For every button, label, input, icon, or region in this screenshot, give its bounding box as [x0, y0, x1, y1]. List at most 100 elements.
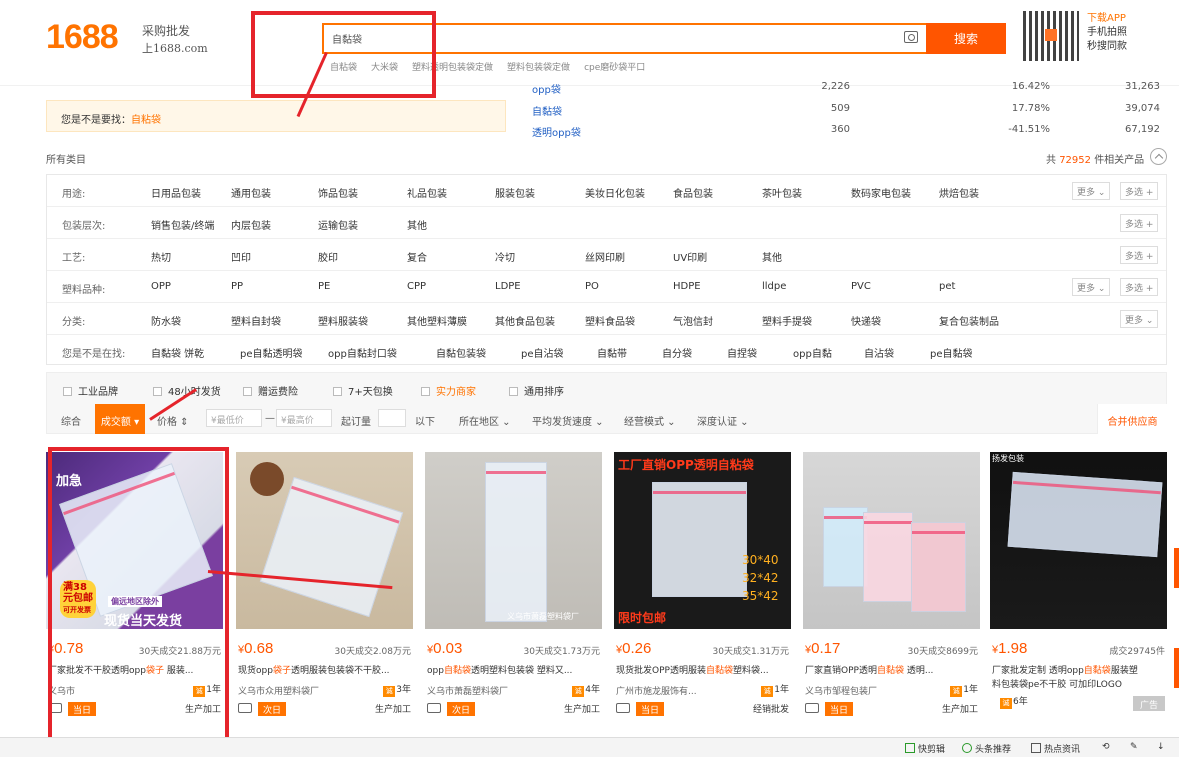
filter-option[interactable]: 自黏袋 饼乾 — [151, 345, 204, 360]
multi-select-button[interactable]: 多选 + — [1120, 278, 1159, 296]
product-image[interactable]: 义乌市萧磊塑料袋厂 — [425, 452, 602, 629]
product-title-line2[interactable]: 料包装袋pe不干胶 可加印LOGO — [992, 677, 1167, 690]
sort-comprehensive[interactable]: 综合 — [61, 413, 81, 428]
product-image[interactable] — [803, 452, 980, 629]
suggest-keyword[interactable]: 自黏袋 — [532, 103, 562, 118]
product-title[interactable]: 现货批发OPP透明服装自黏袋塑料袋... — [616, 663, 791, 676]
filter-option[interactable]: 其他塑料薄膜 — [407, 313, 467, 328]
filter-option[interactable]: 气泡信封 — [673, 313, 713, 328]
filter-checkbox[interactable]: 赠运费险 — [243, 383, 298, 398]
seller-name[interactable]: 义乌市萧磊塑料袋厂 — [427, 684, 508, 697]
app-download[interactable]: 下载APP 手机拍照 秒搜同款 — [1087, 12, 1127, 54]
filter-option[interactable]: 复合包装制品 — [939, 313, 999, 328]
status-item[interactable]: 快剪辑 — [905, 742, 945, 755]
max-price-input[interactable]: ¥最高价 — [276, 409, 332, 427]
filter-option[interactable]: 美妆日化包装 — [585, 185, 645, 200]
product-card[interactable]: 加急 满38 元包邮 可开发票 偏远地区除外 现货当天发货 ¥0.78 30天成交2… — [46, 452, 223, 752]
filter-option[interactable]: pe自沾袋 — [521, 345, 564, 360]
filter-option[interactable]: 数码家电包装 — [851, 185, 911, 200]
merge-suppliers-button[interactable]: 合并供应商 — [1097, 404, 1167, 434]
filter-option[interactable]: CPP — [407, 281, 426, 292]
filter-checkbox[interactable]: 工业品牌 — [63, 383, 118, 398]
filter-option[interactable]: pet — [939, 281, 955, 292]
search-button[interactable]: 搜索 — [926, 23, 1006, 54]
product-image[interactable]: 扬发包装 — [990, 452, 1167, 629]
sort-price[interactable]: 价格 ⇕ — [157, 413, 189, 428]
pin-icon[interactable]: ✎ — [1130, 742, 1138, 752]
filter-option[interactable]: opp自黏封口袋 — [328, 345, 397, 360]
filter-option[interactable]: 自黏包装袋 — [436, 345, 486, 360]
filter-option[interactable]: PP — [231, 281, 243, 292]
filter-option[interactable]: 防水袋 — [151, 313, 181, 328]
suggest-keyword[interactable]: 透明opp袋 — [532, 124, 581, 139]
filter-option[interactable]: 凹印 — [231, 249, 251, 264]
product-title[interactable]: 厂家批发定制 透明opp自黏袋服装塑 — [992, 663, 1167, 676]
filter-option[interactable]: 茶叶包装 — [762, 185, 802, 200]
filter-option[interactable]: 运输包装 — [318, 217, 358, 232]
product-card[interactable]: ¥0.17 30天成交8699元 厂家直销OPP透明自黏袋 透明... 义乌市邹… — [803, 452, 980, 752]
filter-option[interactable]: pe自黏袋 — [930, 345, 973, 360]
logo[interactable]: 1688 — [46, 18, 119, 57]
more-button[interactable]: 更多 ⌄ — [1072, 278, 1111, 296]
seller-name[interactable]: 义乌市众用塑料袋厂 — [238, 684, 319, 697]
filter-option[interactable]: 食品包装 — [673, 185, 713, 200]
product-title[interactable]: opp自黏袋透明塑料包装袋 塑料又... — [427, 663, 602, 676]
product-card[interactable]: 扬发包装 ¥1.98 成交29745件 厂家批发定制 透明opp自黏袋服装塑 料… — [990, 452, 1167, 752]
seller-name[interactable]: 义乌市邹程包装厂 — [805, 684, 877, 697]
filter-option[interactable]: 销售包装/终端 — [151, 217, 214, 232]
product-card[interactable]: 义乌市萧磊塑料袋厂 ¥0.03 30天成交1.73万元 opp自黏袋透明塑料包装… — [425, 452, 602, 752]
product-card[interactable]: 工厂直销OPP透明自粘袋 30*40 32*42 35*42 限时包邮 ¥0.2… — [614, 452, 791, 752]
seller-name[interactable]: 广州市施龙服饰有... — [616, 684, 697, 697]
checkbox[interactable] — [63, 387, 72, 396]
status-item[interactable]: 热点资讯 — [1031, 742, 1080, 755]
filter-option[interactable]: opp自黏 — [793, 345, 832, 360]
filter-option[interactable]: 复合 — [407, 249, 427, 264]
more-button[interactable]: 更多 ⌄ — [1120, 310, 1159, 328]
filter-option[interactable]: 塑料手提袋 — [762, 313, 812, 328]
filter-option[interactable]: lldpe — [762, 281, 786, 292]
hot-word[interactable]: 塑料透明包装袋定做 — [412, 60, 493, 73]
product-title[interactable]: 现货opp袋子透明服装包装袋不干胶... — [238, 663, 413, 676]
product-title[interactable]: 厂家批发不干胶透明opp袋子 服装... — [48, 663, 223, 676]
multi-select-button[interactable]: 多选 + — [1120, 246, 1159, 264]
filter-option[interactable]: 饰品包装 — [318, 185, 358, 200]
filter-option[interactable]: 其他 — [407, 217, 427, 232]
hot-word[interactable]: 塑料包装袋定做 — [507, 60, 570, 73]
min-price-input[interactable]: ¥最低价 — [206, 409, 262, 427]
app-line[interactable]: 下载APP — [1087, 12, 1127, 26]
filter-option[interactable]: pe自黏透明袋 — [240, 345, 303, 360]
product-card[interactable]: ¥0.68 30天成交2.08万元 现货opp袋子透明服装包装袋不干胶... 义… — [236, 452, 413, 752]
product-image[interactable]: 工厂直销OPP透明自粘袋 30*40 32*42 35*42 限时包邮 — [614, 452, 791, 629]
filter-option[interactable]: 塑料食品袋 — [585, 313, 635, 328]
filter-checkbox[interactable]: 实力商家 — [421, 383, 476, 398]
filter-option[interactable]: 其他食品包装 — [495, 313, 555, 328]
filter-option[interactable]: 服装包装 — [495, 185, 535, 200]
multi-select-button[interactable]: 多选 + — [1120, 214, 1159, 232]
moq-input[interactable] — [378, 409, 406, 427]
hot-word[interactable]: cpe磨砂袋平口 — [584, 60, 645, 73]
depth-dropdown[interactable]: 深度认证 ⌄ — [697, 413, 749, 428]
filter-option[interactable]: 自分袋 — [662, 345, 692, 360]
collapse-icon[interactable] — [1150, 148, 1167, 165]
camera-icon[interactable] — [904, 31, 918, 43]
search-input[interactable] — [324, 25, 884, 52]
suggest-keyword[interactable]: opp袋 — [532, 81, 561, 96]
speed-dropdown[interactable]: 平均发货速度 ⌄ — [532, 413, 604, 428]
filter-option[interactable]: PVC — [851, 281, 871, 292]
filter-option[interactable]: OPP — [151, 281, 171, 292]
filter-option[interactable]: PO — [585, 281, 599, 292]
filter-option[interactable]: 自黏带 — [597, 345, 627, 360]
filter-option[interactable]: PE — [318, 281, 330, 292]
filter-option[interactable]: 冷切 — [495, 249, 515, 264]
checkbox[interactable] — [421, 387, 430, 396]
checkbox[interactable] — [243, 387, 252, 396]
region-dropdown[interactable]: 所在地区 ⌄ — [459, 413, 511, 428]
did-you-mean-keyword[interactable]: 自粘袋 — [131, 115, 161, 126]
checkbox[interactable] — [153, 387, 162, 396]
filter-option[interactable]: 丝网印刷 — [585, 249, 625, 264]
filter-option[interactable]: 塑料服装袋 — [318, 313, 368, 328]
filter-option[interactable]: 烘焙包装 — [939, 185, 979, 200]
side-tab[interactable] — [1174, 648, 1179, 688]
download-icon[interactable]: ↓ — [1157, 742, 1165, 752]
filter-option[interactable]: 其他 — [762, 249, 782, 264]
